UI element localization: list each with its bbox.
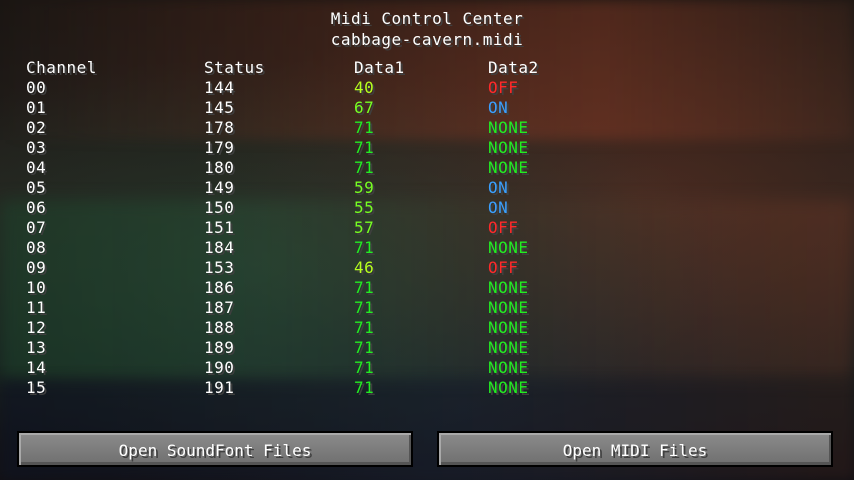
data2-cell: ON xyxy=(488,198,509,217)
data2-cell: OFF xyxy=(488,78,519,97)
status-cell: 178 xyxy=(204,118,235,137)
data1-cell: 55 xyxy=(354,198,375,217)
data2-cell: NONE xyxy=(488,138,529,157)
channel-cell: 06 xyxy=(26,198,47,217)
data1-cell: 59 xyxy=(354,178,375,197)
data2-cell: NONE xyxy=(488,238,529,257)
channel-cell: 02 xyxy=(26,118,47,137)
status-cell: 184 xyxy=(204,238,235,257)
data1-cell: 71 xyxy=(354,318,375,337)
channel-cell: 05 xyxy=(26,178,47,197)
column-header-data1: Data1 xyxy=(354,58,405,77)
data1-cell: 57 xyxy=(354,218,375,237)
data2-cell: OFF xyxy=(488,258,519,277)
status-cell: 191 xyxy=(204,378,235,397)
data1-cell: 71 xyxy=(354,158,375,177)
column-header-status: Status xyxy=(204,58,265,77)
data1-cell: 67 xyxy=(354,98,375,117)
channel-cell: 01 xyxy=(26,98,47,117)
open-midi-button[interactable]: Open MIDI Files xyxy=(437,431,833,467)
status-cell: 150 xyxy=(204,198,235,217)
channel-cell: 00 xyxy=(26,78,47,97)
data2-cell: NONE xyxy=(488,338,529,357)
status-cell: 190 xyxy=(204,358,235,377)
channel-cell: 10 xyxy=(26,278,47,297)
column-header-data2: Data2 xyxy=(488,58,539,77)
data2-cell: NONE xyxy=(488,358,529,377)
status-cell: 180 xyxy=(204,158,235,177)
column-header-channel: Channel xyxy=(26,58,97,77)
data1-cell: 40 xyxy=(354,78,375,97)
data2-cell: NONE xyxy=(488,318,529,337)
background-floor-band xyxy=(0,200,854,380)
midi-filename: cabbage-cavern.midi xyxy=(330,30,524,49)
status-cell: 189 xyxy=(204,338,235,357)
data1-cell: 71 xyxy=(354,138,375,157)
channel-cell: 09 xyxy=(26,258,47,277)
open-soundfont-button[interactable]: Open SoundFont Files xyxy=(17,431,413,467)
channel-cell: 14 xyxy=(26,358,47,377)
channel-cell: 08 xyxy=(26,238,47,257)
status-cell: 188 xyxy=(204,318,235,337)
status-cell: 186 xyxy=(204,278,235,297)
data1-cell: 71 xyxy=(354,278,375,297)
data2-cell: ON xyxy=(488,178,509,197)
data1-cell: 71 xyxy=(354,338,375,357)
data1-cell: 46 xyxy=(354,258,375,277)
channel-cell: 15 xyxy=(26,378,47,397)
status-cell: 149 xyxy=(204,178,235,197)
status-cell: 187 xyxy=(204,298,235,317)
data2-cell: NONE xyxy=(488,378,529,397)
data2-cell: NONE xyxy=(488,118,529,137)
status-cell: 144 xyxy=(204,78,235,97)
data1-cell: 71 xyxy=(354,358,375,377)
data1-cell: 71 xyxy=(354,378,375,397)
status-cell: 145 xyxy=(204,98,235,117)
channel-cell: 03 xyxy=(26,138,47,157)
data2-cell: NONE xyxy=(488,278,529,297)
status-cell: 179 xyxy=(204,138,235,157)
data1-cell: 71 xyxy=(354,118,375,137)
channel-cell: 07 xyxy=(26,218,47,237)
data1-cell: 71 xyxy=(354,298,375,317)
channel-cell: 12 xyxy=(26,318,47,337)
data2-cell: NONE xyxy=(488,158,529,177)
status-cell: 151 xyxy=(204,218,235,237)
channel-cell: 04 xyxy=(26,158,47,177)
data1-cell: 71 xyxy=(354,238,375,257)
channel-cell: 11 xyxy=(26,298,47,317)
status-cell: 153 xyxy=(204,258,235,277)
channel-cell: 13 xyxy=(26,338,47,357)
screen-title: Midi Control Center xyxy=(330,9,524,28)
data2-cell: ON xyxy=(488,98,509,117)
data2-cell: OFF xyxy=(488,218,519,237)
data2-cell: NONE xyxy=(488,298,529,317)
